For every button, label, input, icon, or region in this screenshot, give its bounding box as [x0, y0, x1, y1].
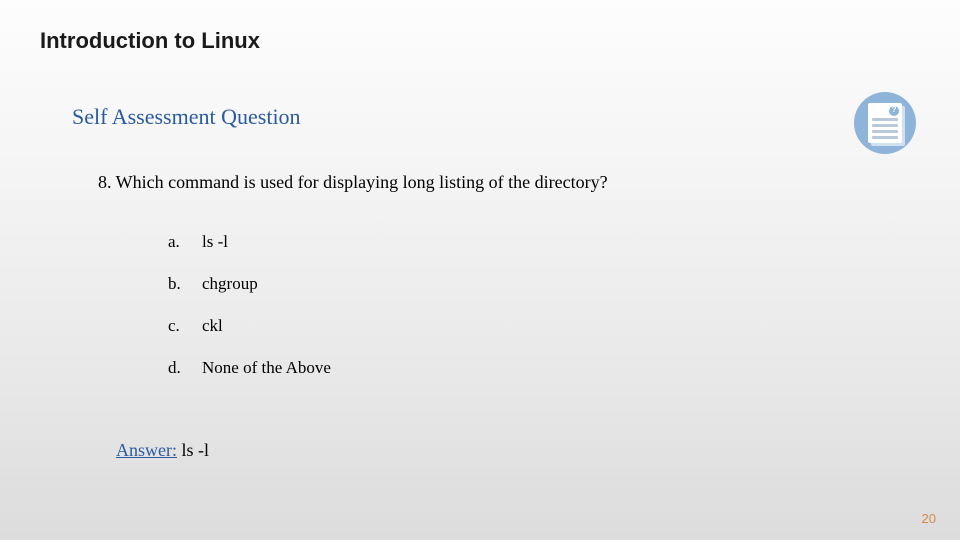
option-text: ls -l [202, 232, 228, 252]
option-letter: c. [168, 316, 202, 336]
option-text: chgroup [202, 274, 258, 294]
answer-text: ls -l [177, 440, 209, 460]
question-document-icon [854, 92, 916, 154]
section-heading: Self Assessment Question [72, 104, 301, 130]
icon-line [872, 136, 898, 139]
page-title: Introduction to Linux [40, 28, 260, 54]
option-letter: b. [168, 274, 202, 294]
document-glyph [868, 103, 902, 143]
option-letter: d. [168, 358, 202, 378]
icon-line [872, 124, 898, 127]
answer-label: Answer: [116, 440, 177, 460]
options-list: a. ls -l b. chgroup c. ckl d. None of th… [168, 232, 331, 400]
option-d: d. None of the Above [168, 358, 331, 378]
option-a: a. ls -l [168, 232, 331, 252]
page-number: 20 [922, 511, 936, 526]
option-b: b. chgroup [168, 274, 331, 294]
option-text: None of the Above [202, 358, 331, 378]
option-c: c. ckl [168, 316, 331, 336]
option-letter: a. [168, 232, 202, 252]
answer-row: Answer: ls -l [116, 440, 209, 461]
option-text: ckl [202, 316, 223, 336]
icon-line [872, 118, 898, 121]
question-text: 8. Which command is used for displaying … [98, 172, 608, 193]
icon-line [872, 130, 898, 133]
